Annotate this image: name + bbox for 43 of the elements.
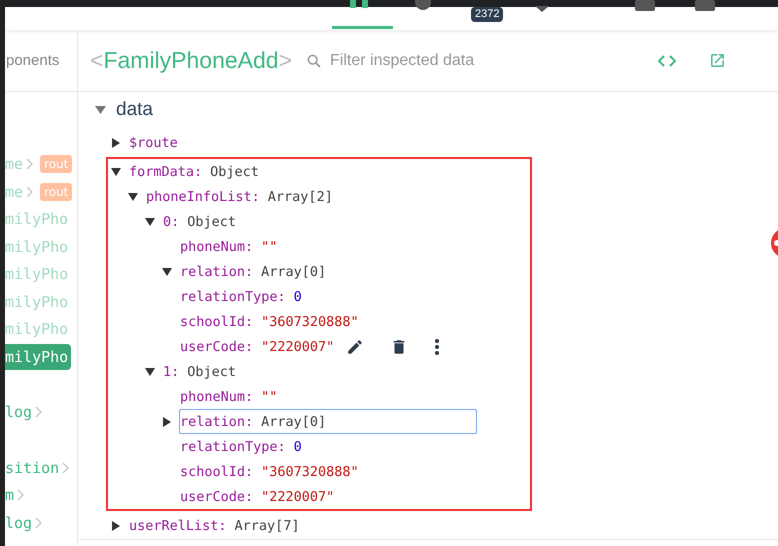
- property-row[interactable]: $route: [128, 130, 179, 155]
- toolbar-icon[interactable]: [415, 0, 431, 12]
- property-row[interactable]: formData: Object: [128, 159, 260, 184]
- property-row[interactable]: 0: Object: [162, 209, 238, 234]
- route-badge: rout: [40, 182, 72, 200]
- component-name: FamilyPhoneAdd: [103, 47, 279, 74]
- active-tab-indicator: [332, 26, 393, 29]
- collapse-arrow-icon[interactable]: [162, 416, 172, 426]
- expand-arrow-icon[interactable]: [145, 216, 155, 226]
- edit-icon[interactable]: [346, 338, 364, 356]
- chevron-icon: [35, 406, 42, 418]
- expand-arrow-icon[interactable]: [162, 266, 172, 276]
- property-row[interactable]: userRelList: Array[7]: [128, 513, 301, 538]
- collapse-arrow-icon[interactable]: [111, 138, 121, 148]
- property-row[interactable]: phoneNum: "": [179, 384, 278, 409]
- bracket: >: [278, 47, 292, 74]
- section-title: data: [116, 99, 153, 121]
- property-row[interactable]: relation: Array[0]: [179, 409, 477, 434]
- property-row[interactable]: userCode: "2220007": [179, 334, 442, 359]
- expand-arrow-icon[interactable]: [128, 192, 138, 202]
- property-row[interactable]: schoolId: "3607320888": [179, 309, 360, 334]
- property-row[interactable]: userCode: "2220007": [179, 484, 336, 509]
- count-badge: 2372: [471, 7, 504, 22]
- chevron-icon: [26, 158, 34, 170]
- property-row[interactable]: relation: Array[0]: [179, 259, 328, 284]
- chevron-icon: [17, 489, 24, 501]
- chevron-icon: [26, 186, 34, 198]
- bracket: <: [90, 47, 104, 74]
- property-row[interactable]: 1: Object: [162, 359, 238, 384]
- tab-label[interactable]: ponents: [6, 52, 60, 69]
- expand-arrow-icon[interactable]: [145, 366, 155, 376]
- chevron-icon: [35, 516, 42, 528]
- more-icon[interactable]: [434, 338, 440, 356]
- expand-arrow-icon[interactable]: [111, 166, 121, 176]
- property-row[interactable]: relationType: 0: [179, 284, 303, 309]
- property-row[interactable]: relationType: 0: [179, 434, 303, 459]
- collapse-arrow-icon[interactable]: [111, 520, 121, 530]
- property-row[interactable]: phoneInfoList: Array[2]: [145, 184, 334, 209]
- property-row[interactable]: schoolId: "3607320888": [179, 459, 360, 484]
- search-icon: [306, 52, 322, 68]
- route-badge: rout: [40, 155, 72, 173]
- chevron-icon: [62, 462, 70, 474]
- property-row[interactable]: phoneNum: "": [179, 234, 278, 259]
